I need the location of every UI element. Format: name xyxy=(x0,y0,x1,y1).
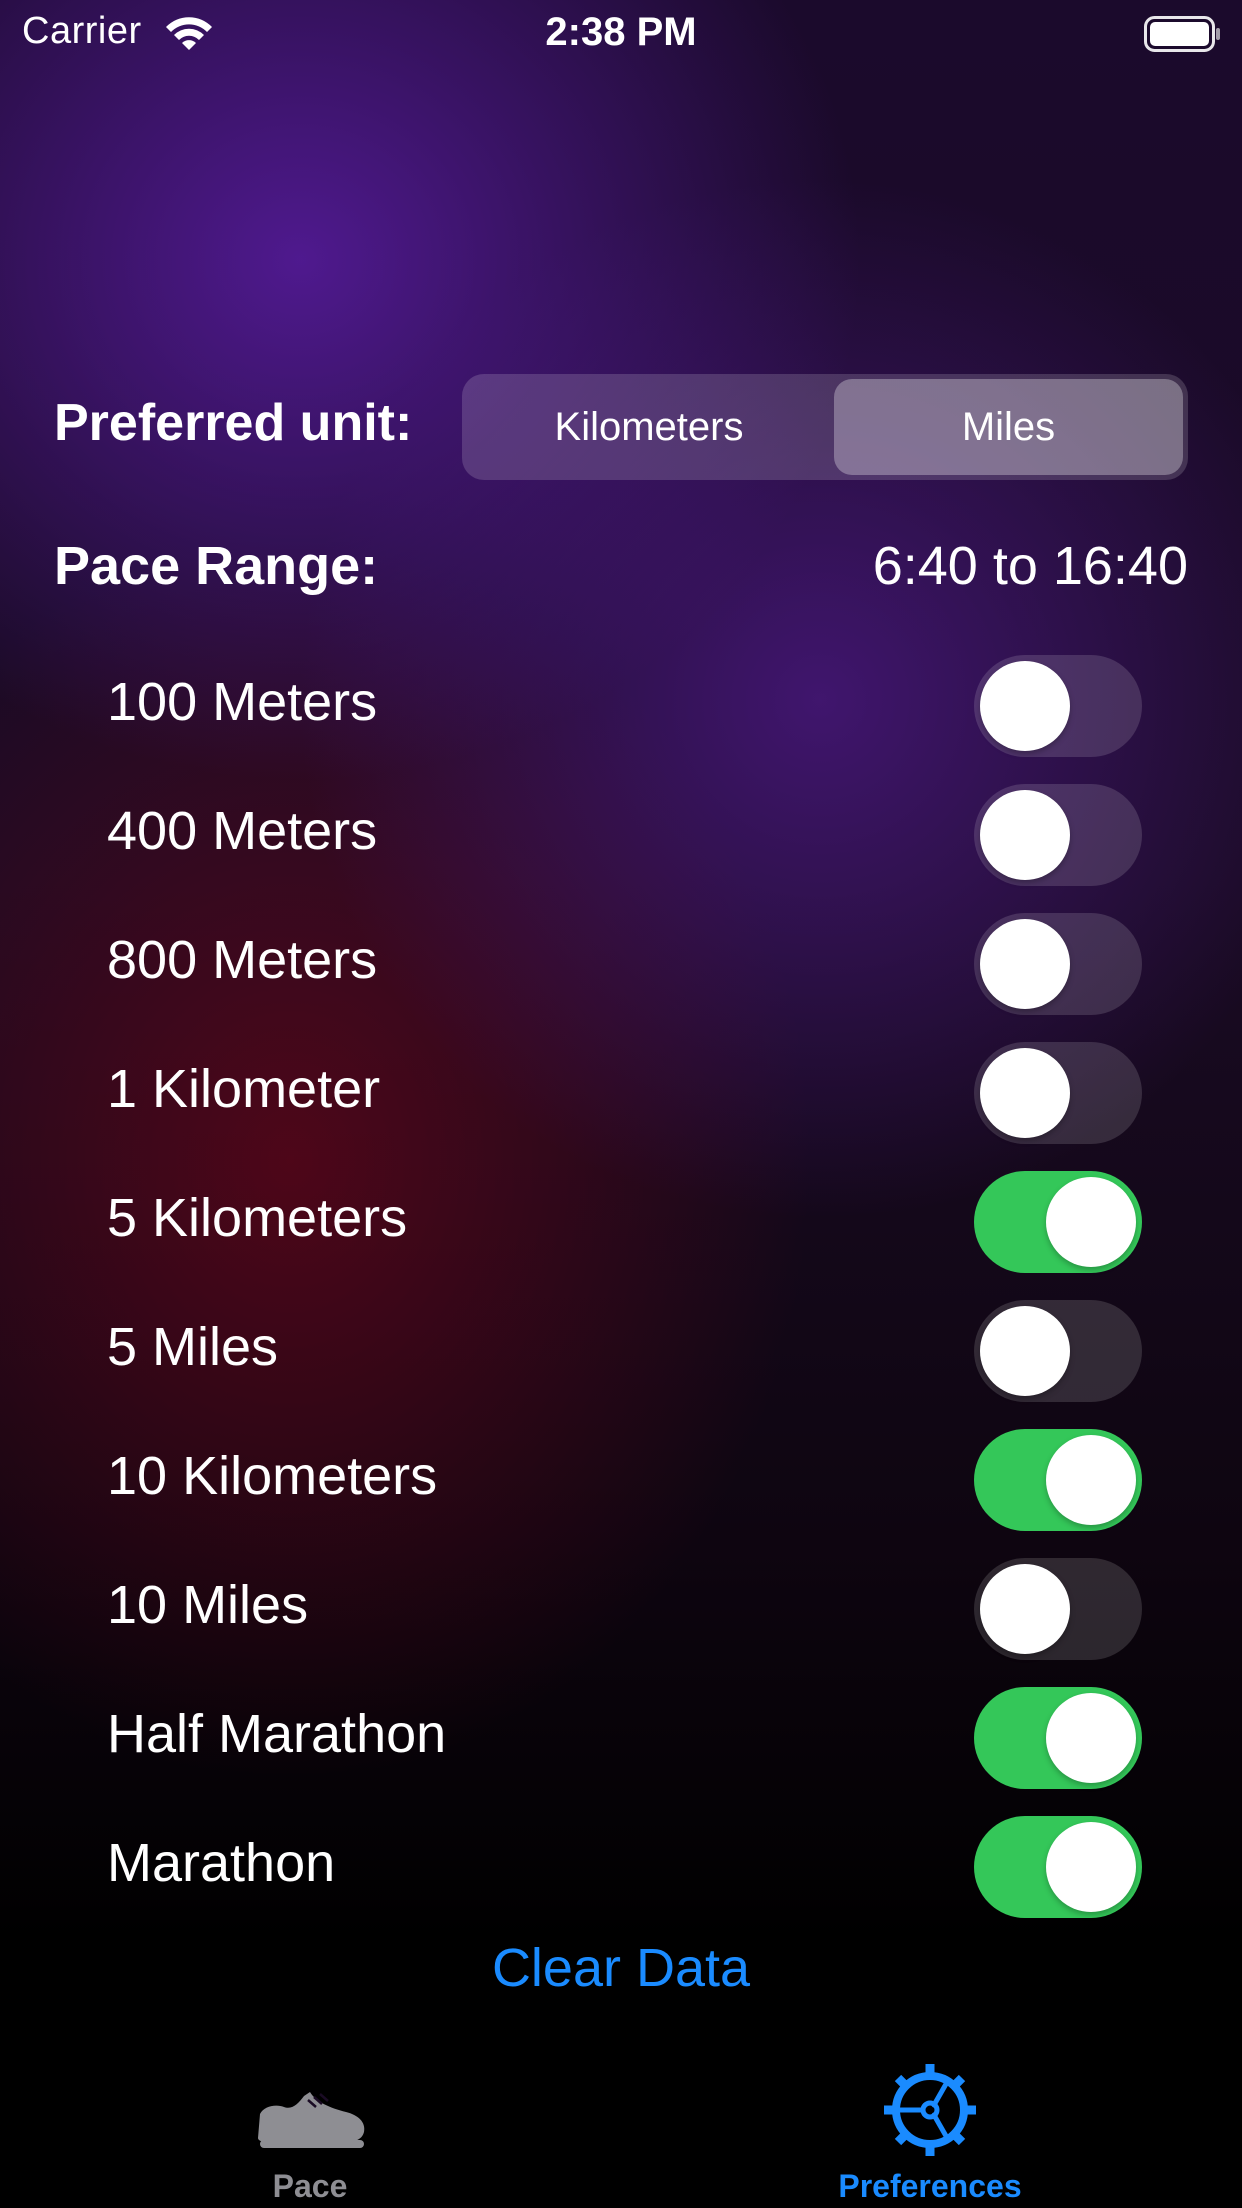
distance-label: 1 Kilometer xyxy=(107,1059,381,1119)
toggle-knob xyxy=(980,1306,1070,1396)
distance-toggle[interactable] xyxy=(974,1816,1142,1918)
distance-label: 400 Meters xyxy=(107,801,378,861)
toggle-knob xyxy=(1046,1177,1136,1267)
tab-preferences[interactable]: Preferences xyxy=(730,2040,1130,2208)
distance-row: 400 Meters xyxy=(0,774,1242,886)
toggle-knob xyxy=(980,1564,1070,1654)
toggle-knob xyxy=(1046,1822,1136,1912)
distance-row: Marathon xyxy=(0,1806,1242,1918)
tab-pace[interactable]: Pace xyxy=(110,2040,510,2208)
distance-label: Marathon xyxy=(107,1833,336,1893)
toggle-knob xyxy=(980,790,1070,880)
distance-toggle[interactable] xyxy=(974,1042,1142,1144)
distance-label: 800 Meters xyxy=(107,930,378,990)
unit-option-kilometers[interactable]: Kilometers xyxy=(468,379,830,475)
pace-range-label: Pace Range: xyxy=(54,536,379,596)
distance-row: 10 Miles xyxy=(0,1548,1242,1660)
status-bar: Carrier 2:38 PM xyxy=(0,0,1242,66)
distance-toggle[interactable] xyxy=(974,1300,1142,1402)
toggle-knob xyxy=(980,661,1070,751)
distance-toggle[interactable] xyxy=(974,1558,1142,1660)
battery-icon xyxy=(1144,16,1220,52)
distance-row: 5 Miles xyxy=(0,1290,1242,1402)
distance-label: 5 Miles xyxy=(107,1317,279,1377)
pace-range-value[interactable]: 6:40 to 16:40 xyxy=(873,535,1188,597)
distance-toggle[interactable] xyxy=(974,913,1142,1015)
toggle-knob xyxy=(1046,1435,1136,1525)
shoe-icon xyxy=(258,2092,365,2148)
unit-option-miles[interactable]: Miles xyxy=(834,379,1183,475)
distance-toggle[interactable] xyxy=(974,655,1142,757)
distance-row: 100 Meters xyxy=(0,645,1242,757)
distance-label: 10 Miles xyxy=(107,1575,309,1635)
status-time: 2:38 PM xyxy=(545,10,697,54)
toggle-knob xyxy=(980,1048,1070,1138)
distance-row: 1 Kilometer xyxy=(0,1032,1242,1144)
toggle-knob xyxy=(1046,1693,1136,1783)
gear-icon xyxy=(884,2064,976,2156)
distance-toggle[interactable] xyxy=(974,1171,1142,1273)
preferred-unit-label: Preferred unit: xyxy=(54,394,413,452)
distance-row: Half Marathon xyxy=(0,1677,1242,1789)
distance-toggle[interactable] xyxy=(974,1429,1142,1531)
tab-bar: Pace Preferences xyxy=(0,2040,1242,2208)
distance-row: 800 Meters xyxy=(0,903,1242,1015)
distance-row: 5 Kilometers xyxy=(0,1161,1242,1273)
clear-data-button[interactable]: Clear Data xyxy=(0,1937,1242,1999)
unit-segmented-control[interactable]: Kilometers Miles xyxy=(462,374,1188,480)
distance-label: 100 Meters xyxy=(107,672,378,732)
distance-row: 10 Kilometers xyxy=(0,1419,1242,1531)
tab-pace-label: Pace xyxy=(272,2168,348,2204)
tab-preferences-label: Preferences xyxy=(838,2168,1022,2204)
distance-label: 10 Kilometers xyxy=(107,1446,438,1506)
distance-label: Half Marathon xyxy=(107,1704,447,1764)
toggle-knob xyxy=(980,919,1070,1009)
distance-toggle[interactable] xyxy=(974,1687,1142,1789)
distance-label: 5 Kilometers xyxy=(107,1188,408,1248)
distance-toggle[interactable] xyxy=(974,784,1142,886)
